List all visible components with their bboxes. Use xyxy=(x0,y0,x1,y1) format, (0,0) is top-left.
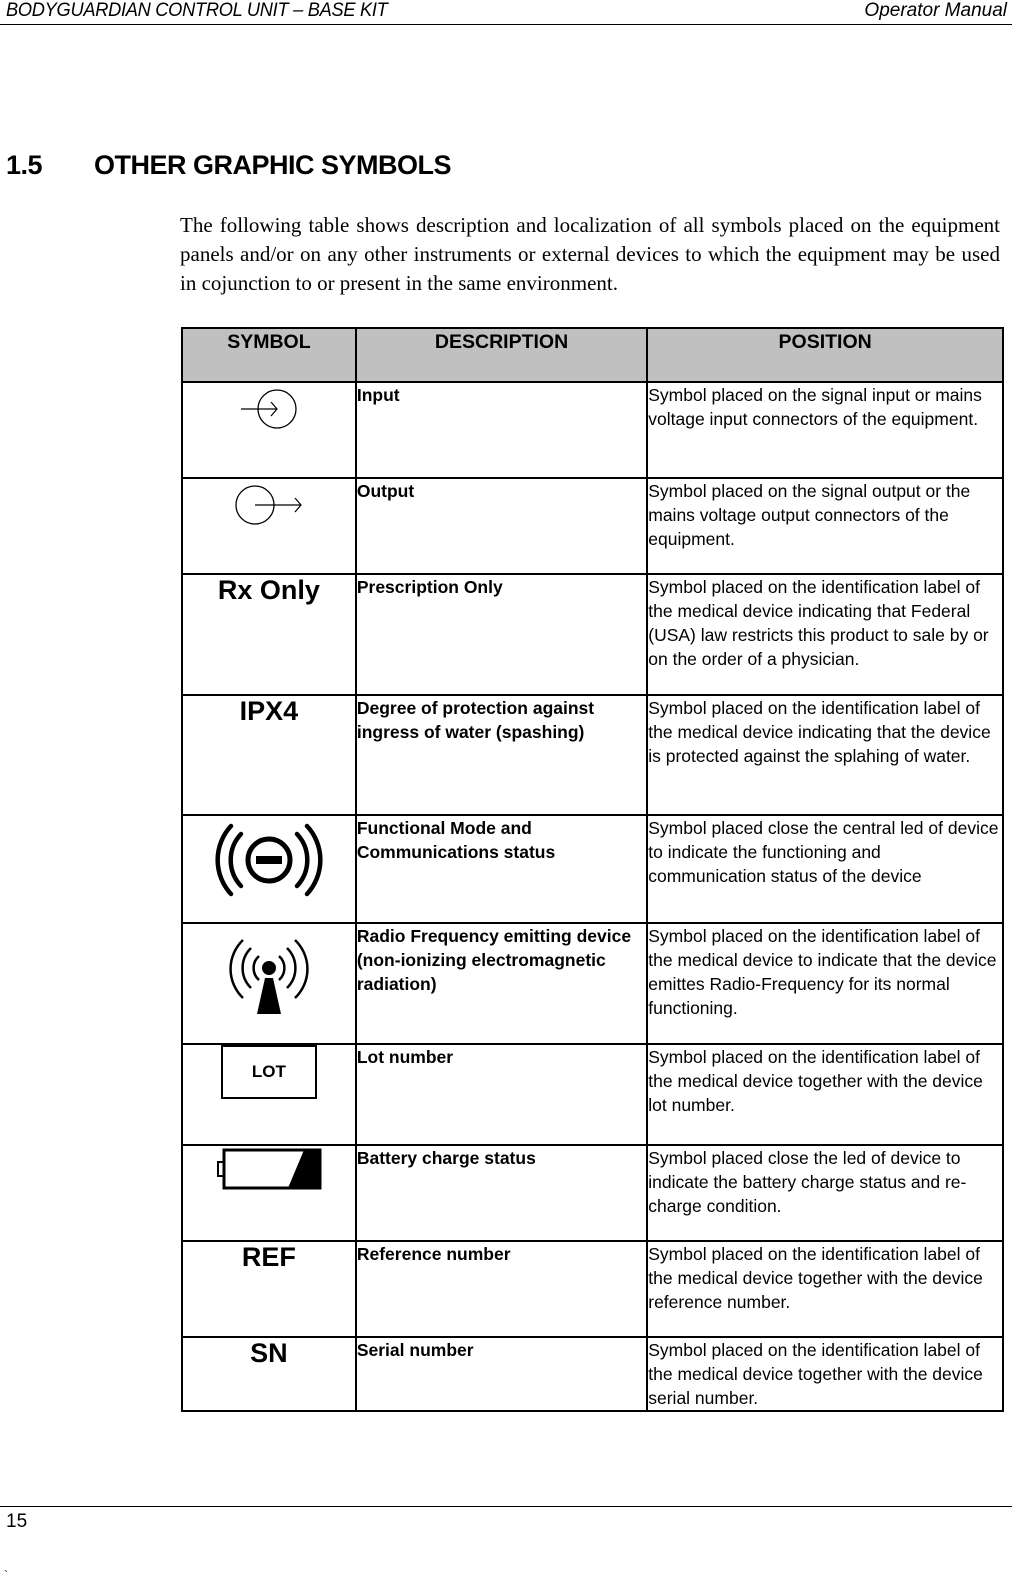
symbol-cell xyxy=(181,1144,357,1242)
table-row: SN Serial number Symbol placed on the id… xyxy=(181,1336,1004,1412)
position-cell: Symbol placed on the identification labe… xyxy=(646,1336,1004,1412)
symbol-cell: IPX4 xyxy=(181,694,357,816)
symbol-cell xyxy=(181,381,357,479)
sn-symbol: SN xyxy=(250,1338,288,1368)
stray-mark: ` xyxy=(4,1568,8,1582)
rx-only-symbol: Rx Only xyxy=(217,575,320,605)
header-rule xyxy=(0,24,1012,25)
column-header-symbol: SYMBOL xyxy=(181,327,357,383)
page-number: 15 xyxy=(6,1511,28,1532)
symbol-cell xyxy=(181,477,357,575)
description-cell: Degree of protection against ingress of … xyxy=(354,694,649,816)
position-cell: Symbol placed on the identification labe… xyxy=(646,1043,1004,1146)
output-connector-icon xyxy=(235,485,302,525)
symbol-cell: LOT xyxy=(181,1043,357,1146)
description-cell: Lot number xyxy=(354,1043,649,1146)
description-cell: Prescription Only xyxy=(354,573,649,696)
symbol-cell xyxy=(181,922,357,1045)
table-row: Output Symbol placed on the signal outpu… xyxy=(181,477,1004,575)
table-row: Rx Only Prescription Only Symbol placed … xyxy=(181,573,1004,696)
column-header-description: DESCRIPTION xyxy=(354,327,649,383)
functional-mode-icon xyxy=(215,823,323,897)
running-header-manual: Operator Manual xyxy=(864,0,1007,21)
symbol-cell: SN xyxy=(181,1336,357,1412)
ref-symbol: REF xyxy=(241,1242,296,1272)
running-header-title: BODYGUARDIAN CONTROL UNIT – BASE KIT xyxy=(6,0,388,21)
description-cell: Output xyxy=(354,477,649,575)
position-cell: Symbol placed on the signal input or mai… xyxy=(646,381,1004,479)
position-cell: Symbol placed on the identification labe… xyxy=(646,922,1004,1045)
description-cell: Input xyxy=(354,381,649,479)
description-cell: Battery charge status xyxy=(354,1144,649,1242)
radio-frequency-icon xyxy=(229,939,309,1014)
section-heading: 1.5 OTHER GRAPHIC SYMBOLS xyxy=(6,150,452,181)
table-row: IPX4 Degree of protection against ingres… xyxy=(181,694,1004,816)
section-title: OTHER GRAPHIC SYMBOLS xyxy=(94,150,452,180)
column-header-position: POSITION xyxy=(646,327,1004,383)
table-header-row: SYMBOL DESCRIPTION POSITION xyxy=(181,327,1004,383)
table-row: Radio Frequency emitting device (non-ion… xyxy=(181,922,1004,1045)
position-cell: Symbol placed close the central led of d… xyxy=(646,814,1004,924)
position-cell: Symbol placed on the identification labe… xyxy=(646,1240,1004,1338)
table-row: Input Symbol placed on the signal input … xyxy=(181,381,1004,479)
description-cell: Serial number xyxy=(354,1336,649,1412)
description-cell: Reference number xyxy=(354,1240,649,1338)
section-number: 1.5 xyxy=(6,150,43,180)
ipx4-symbol: IPX4 xyxy=(239,696,299,726)
description-cell: Functional Mode and Communications statu… xyxy=(354,814,649,924)
description-cell: Radio Frequency emitting device (non-ion… xyxy=(354,922,649,1045)
intro-paragraph: The following table shows description an… xyxy=(180,213,1000,295)
symbol-cell: REF xyxy=(181,1240,357,1338)
position-cell: Symbol placed on the identification labe… xyxy=(646,573,1004,696)
table-row: REF Reference number Symbol placed on th… xyxy=(181,1240,1004,1338)
table-row: Functional Mode and Communications statu… xyxy=(181,814,1004,924)
symbol-cell: Rx Only xyxy=(181,573,357,696)
position-cell: Symbol placed on the identification labe… xyxy=(646,694,1004,816)
table-row: LOT Lot number Symbol placed on the iden… xyxy=(181,1043,1004,1146)
table-row: Battery charge status Symbol placed clos… xyxy=(181,1144,1004,1242)
symbols-table: SYMBOL DESCRIPTION POSITION Input Symbol… xyxy=(181,327,1004,1412)
position-cell: Symbol placed close the led of device to… xyxy=(646,1144,1004,1242)
position-cell: Symbol placed on the signal output or th… xyxy=(646,477,1004,575)
symbol-cell xyxy=(181,814,357,924)
input-connector-icon xyxy=(240,389,297,429)
footer-rule xyxy=(0,1506,1012,1507)
lot-icon: LOT xyxy=(220,1045,317,1099)
battery-icon xyxy=(216,1148,322,1190)
